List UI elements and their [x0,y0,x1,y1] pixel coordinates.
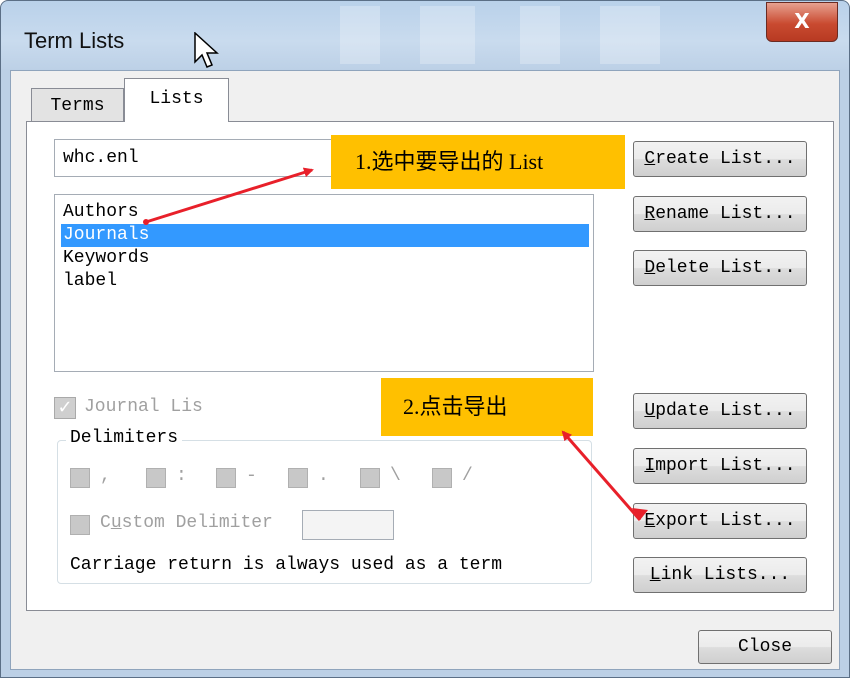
title-glass-stripe [520,6,560,64]
list-item-label[interactable]: label [61,270,589,293]
delimiter-dash-checkbox[interactable] [216,468,236,488]
close-button[interactable]: Close [698,630,832,664]
carriage-return-note: Carriage return is always used as a term [70,555,503,575]
delimiter-period-label: . [318,466,329,486]
update-accel: U [644,401,656,421]
list-item-keywords[interactable]: Keywords [61,247,589,270]
journal-list-label: Journal Lis [84,397,203,417]
custom-delimiter-checkbox[interactable] [70,515,90,535]
delimiter-backslash-checkbox[interactable] [360,468,380,488]
callout-click-export: 2.点击导出 [381,378,593,436]
delimiter-backslash-label: \ [390,466,401,486]
delimiter-slash-label: / [462,466,473,486]
update-list-button[interactable]: Update List... [633,393,807,429]
list-item-journals[interactable]: Journals [60,223,590,248]
export-accel: E [644,511,656,531]
create-label: reate List... [655,149,796,169]
update-label: pdate List... [655,401,796,421]
delete-list-button[interactable]: Delete List... [633,250,807,286]
import-label: mport List... [655,456,796,476]
rename-label: ename List... [655,204,796,224]
title-glass-stripe [420,6,475,64]
title-glass-stripe [340,6,380,64]
create-list-button[interactable]: Create List... [633,141,807,177]
title-glass-stripe [600,6,660,64]
link-accel: L [649,565,661,585]
rename-list-button[interactable]: Rename List... [633,196,807,232]
mouse-cursor-icon [194,32,219,68]
delimiters-legend: Delimiters [66,428,183,448]
custom-delimiter-label: Custom Delimiter [100,513,273,533]
journal-list-checkbox[interactable]: ✓ [54,397,76,419]
create-accel: C [644,149,656,169]
custom-label-post: stom Delimiter [121,513,273,533]
delimiter-comma-checkbox[interactable] [70,468,90,488]
delete-accel: D [644,258,656,278]
tab-lists[interactable]: Lists [124,78,229,122]
rename-accel: R [644,204,656,224]
term-list-box[interactable]: Authors Journals Keywords label [54,194,594,372]
delimiter-colon-checkbox[interactable] [146,468,166,488]
window-close-button[interactable]: X [766,2,838,42]
export-list-button[interactable]: Export List... [633,503,807,539]
delete-label: elete List... [655,258,796,278]
import-accel: I [644,456,656,476]
custom-label-pre: C [100,513,111,533]
window-title: Term Lists [24,28,125,53]
delimiter-slash-checkbox[interactable] [432,468,452,488]
custom-delimiter-input[interactable] [302,510,394,540]
tab-terms[interactable]: Terms [31,88,124,122]
delimiter-comma-label: , [100,466,111,486]
delimiter-period-checkbox[interactable] [288,468,308,488]
custom-label-accel: u [110,513,122,533]
callout-select-list: 1.选中要导出的 List [331,135,625,189]
export-label: xport List... [655,511,796,531]
link-label: ink Lists... [660,565,791,585]
title-bar [0,0,850,70]
list-item-authors[interactable]: Authors [61,201,589,224]
delimiter-colon-label: : [176,466,187,486]
import-list-button[interactable]: Import List... [633,448,807,484]
link-lists-button[interactable]: Link Lists... [633,557,807,593]
delimiter-dash-label: - [246,466,257,486]
